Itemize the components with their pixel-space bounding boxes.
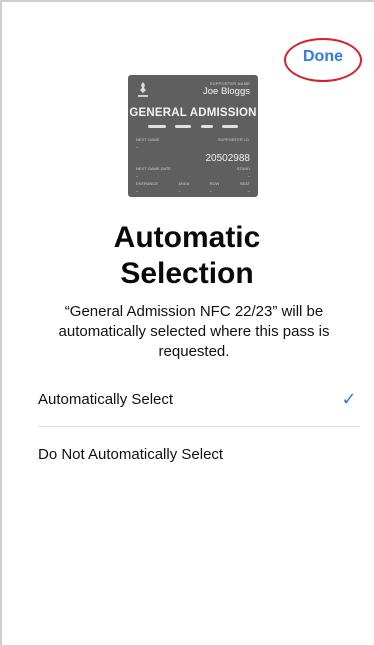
club-crest-icon xyxy=(138,82,148,97)
page-title-line-1: Automatic xyxy=(113,221,261,254)
done-button-wrapper: Done xyxy=(284,38,362,82)
stand-value: – xyxy=(247,173,250,178)
pass-card: SUPPORTER NAME Joe Bloggs GENERAL ADMISS… xyxy=(128,75,258,197)
row-value: – xyxy=(209,188,212,193)
supporter-name: Joe Bloggs xyxy=(202,86,250,97)
done-button[interactable]: Done xyxy=(284,48,362,66)
supporter-id-label: SUPPORTER I.D. xyxy=(217,137,250,142)
stand-label: STAND xyxy=(236,166,250,171)
option-do-not-automatically-select[interactable]: Do Not Automatically Select xyxy=(38,434,360,474)
page-title-line-2: Selection xyxy=(120,257,254,290)
option-label: Automatically Select xyxy=(38,390,174,408)
entrance-value: – xyxy=(136,188,139,193)
sponsor-logo-icon xyxy=(221,124,238,128)
option-divider xyxy=(38,426,360,427)
area-value: – xyxy=(178,188,181,193)
supporter-id: 20502988 xyxy=(205,153,251,164)
page-title: Automatic Selection xyxy=(0,220,374,292)
next-game-label: NEXT GAME xyxy=(136,137,160,142)
ticket-type: GENERAL ADMISSION xyxy=(129,107,257,119)
row-label: ROW xyxy=(209,181,220,186)
pass-row-seating: ENTRANCE – AREA – ROW – SEAT – xyxy=(136,181,250,193)
sponsor-logo-icon xyxy=(148,124,166,128)
next-game-value: – xyxy=(136,144,139,149)
sponsor-swoosh-icon xyxy=(175,124,192,128)
next-game-date-value: – xyxy=(136,173,139,178)
entrance-label: ENTRANCE xyxy=(136,181,159,186)
sponsor-logo-icon xyxy=(200,124,213,128)
next-game-date-label: NEXT GAME DATE xyxy=(136,166,171,171)
pass-row-date: NEXT GAME DATE – STAND – xyxy=(136,166,250,178)
seat-value: – xyxy=(247,188,250,193)
area-label: AREA xyxy=(178,181,190,186)
option-automatically-select[interactable]: Automatically Select ✓ xyxy=(38,379,360,419)
option-label: Do Not Automatically Select xyxy=(38,445,224,463)
checkmark-icon: ✓ xyxy=(341,388,357,409)
pass-row-next-game: NEXT GAME – SUPPORTER I.D. xyxy=(136,137,250,149)
description-text: “General Admission NFC 22/23” will be au… xyxy=(58,303,330,360)
sponsor-logos xyxy=(148,123,238,129)
seat-label: SEAT xyxy=(239,181,250,186)
